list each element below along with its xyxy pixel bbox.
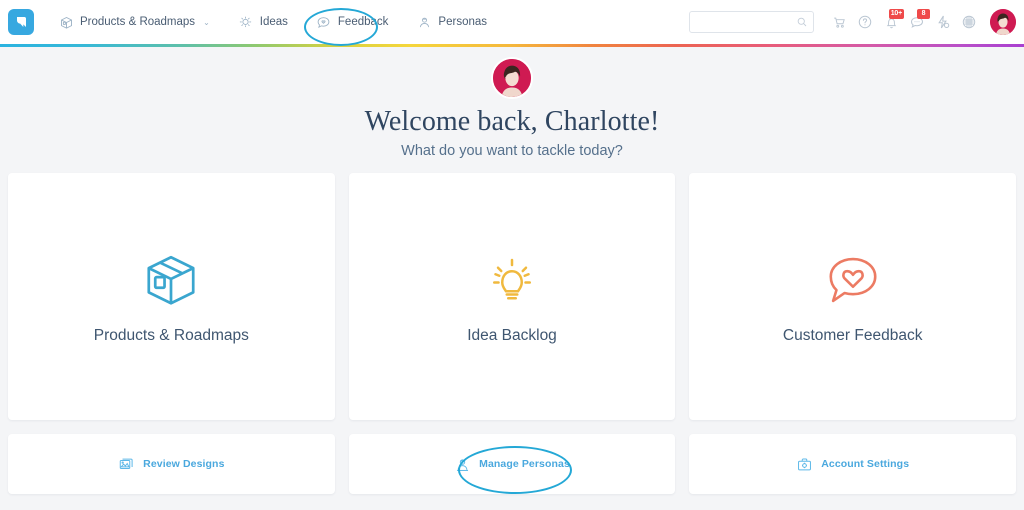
box-3d-icon <box>140 249 202 311</box>
comments-bubble-icon[interactable]: 8 <box>904 9 930 35</box>
lightbulb-icon <box>482 249 542 311</box>
nav-item-products-roadmaps[interactable]: Products & Roadmaps ⌄ <box>44 8 224 36</box>
images-icon <box>118 456 135 473</box>
card-review-designs[interactable]: Review Designs <box>8 434 335 495</box>
notifications-badge: 10+ <box>888 9 904 19</box>
card-label: Idea Backlog <box>467 326 557 344</box>
persona-icon <box>416 14 432 30</box>
secondary-card-grid: Review Designs Manage Personas Account S… <box>0 434 1024 495</box>
add-to-cart-icon[interactable] <box>826 9 852 35</box>
notifications-bell-icon[interactable]: 10+ <box>878 9 904 35</box>
search-input[interactable] <box>695 16 796 28</box>
nav-item-personas[interactable]: Personas <box>402 8 501 36</box>
apps-grid-icon[interactable] <box>956 9 982 35</box>
primary-card-grid: Products & Roadmaps Idea Backlog Custome… <box>0 173 1024 421</box>
nav-label: Personas <box>438 16 488 28</box>
rainbow-divider <box>0 44 1024 47</box>
help-question-icon[interactable] <box>852 9 878 35</box>
lightbulb-icon <box>238 14 254 30</box>
box-icon <box>58 14 74 30</box>
welcome-section: Welcome back, Charlotte! What do you wan… <box>0 47 1024 174</box>
aha-logo[interactable] <box>8 9 34 35</box>
nav-label: Products & Roadmaps <box>80 16 196 28</box>
card-label: Products & Roadmaps <box>93 326 249 344</box>
main-nav: Products & Roadmaps ⌄ Ideas Feedback Per… <box>44 8 501 36</box>
card-account-settings[interactable]: Account Settings <box>689 434 1017 495</box>
card-products-roadmaps[interactable]: Products & Roadmaps <box>8 173 335 421</box>
feedback-bubble-icon <box>316 14 332 30</box>
card-manage-personas[interactable]: Manage Personas <box>348 434 676 495</box>
search-box[interactable] <box>689 11 814 33</box>
chevron-down-icon[interactable]: ⌄ <box>203 18 210 27</box>
comments-badge: 8 <box>917 9 930 19</box>
user-avatar[interactable] <box>990 9 1016 35</box>
briefcase-gear-icon <box>796 456 813 473</box>
card-label: Customer Feedback <box>782 326 923 344</box>
nav-label: Ideas <box>259 16 288 28</box>
persona-icon <box>454 456 471 473</box>
card-idea-backlog[interactable]: Idea Backlog <box>348 173 676 421</box>
card-label: Review Designs <box>143 458 225 471</box>
card-customer-feedback[interactable]: Customer Feedback <box>689 173 1017 421</box>
nav-item-feedback[interactable]: Feedback <box>302 8 403 36</box>
card-label: Account Settings <box>821 458 910 471</box>
search-icon[interactable] <box>796 16 808 28</box>
card-label: Manage Personas <box>479 458 570 471</box>
welcome-avatar <box>491 57 533 99</box>
top-navigation-bar: Products & Roadmaps ⌄ Ideas Feedback Per… <box>0 0 1024 44</box>
page-title: Welcome back, Charlotte! <box>364 106 660 137</box>
nav-item-ideas[interactable]: Ideas <box>224 8 302 36</box>
heart-bubble-icon <box>822 249 884 311</box>
integrations-bolt-icon[interactable] <box>930 9 956 35</box>
nav-label: Feedback <box>337 16 389 28</box>
header-tools: 10+ 8 <box>689 9 1016 35</box>
page-subtitle: What do you want to tackle today? <box>401 143 623 160</box>
